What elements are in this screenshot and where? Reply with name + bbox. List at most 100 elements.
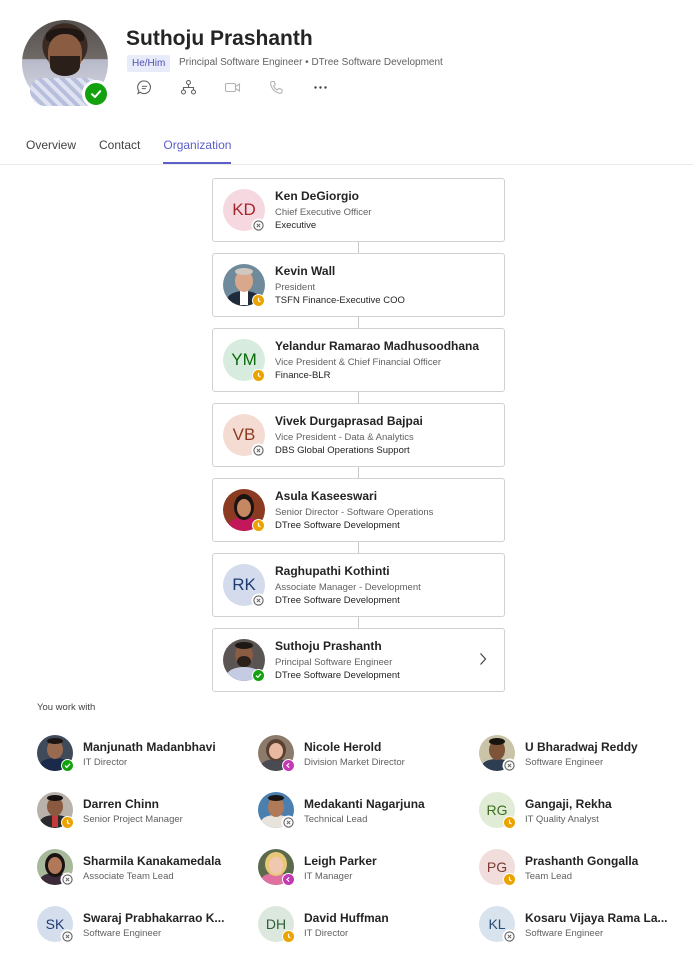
list-item[interactable]: U Bharadwaj Reddy Software Engineer [479,735,689,775]
person-name: Kosaru Vijaya Rama La... [525,911,668,925]
person-name: Nicole Herold [304,740,382,754]
person-role: Division Market Director [304,757,405,768]
person-role: IT Director [304,928,349,939]
person-role: IT Quality Analyst [525,814,599,825]
person-title: President [275,282,316,293]
org-connector [358,617,359,628]
away-status-icon [503,816,516,829]
more-options-button[interactable] [312,79,356,97]
available-status-icon [252,669,265,682]
video-call-icon [224,82,241,93]
list-item[interactable]: PG Prashanth Gongalla Team Lead [479,849,689,889]
person-name: Yelandur Ramarao Madhusoodhana [275,339,480,353]
org-connector [358,467,359,478]
org-card[interactable]: VB Vivek Durgaprasad Bajpai Vice Preside… [212,403,505,467]
person-title: Senior Director - Software Operations [275,507,434,518]
org-chart: KD Ken DeGiorgio Chief Executive Officer… [212,178,505,692]
person-role: IT Director [83,757,128,768]
org-card[interactable]: KD Ken DeGiorgio Chief Executive Officer… [212,178,505,242]
tab-overview[interactable]: Overview [26,138,76,164]
person-title: Chief Executive Officer [275,207,372,218]
tab-contact[interactable]: Contact [99,138,140,164]
person-role: Software Engineer [83,928,162,939]
org-card-current[interactable]: Suthoju Prashanth Principal Software Eng… [212,628,505,692]
list-item[interactable]: Nicole Herold Division Market Director [258,735,468,775]
away-status-icon [282,930,295,943]
person-name: Raghupathi Kothinti [275,564,390,578]
person-role: Associate Team Lead [83,871,174,882]
pronouns-badge: He/Him [127,55,171,72]
person-name: Vivek Durgaprasad Bajpai [275,414,423,428]
away-status-icon [252,519,265,532]
org-connector [358,392,359,403]
org-connector [358,242,359,253]
person-role: Technical Lead [304,814,368,825]
person-name: Darren Chinn [83,797,160,811]
away-status-icon [61,816,74,829]
chevron-right-icon[interactable] [478,651,488,672]
available-status-icon [82,80,110,108]
org-chart-icon [180,79,197,95]
person-department: Finance-BLR [275,370,331,381]
person-role: Software Engineer [525,757,604,768]
list-item[interactable]: Manjunath Madanbhavi IT Director [37,735,247,775]
org-card[interactable]: YM Yelandur Ramarao Madhusoodhana Vice P… [212,328,505,392]
profile-name: Suthoju Prashanth [126,27,313,50]
person-name: Manjunath Madanbhavi [83,740,216,754]
offline-status-icon [252,444,265,457]
person-department: Executive [275,220,317,231]
person-department: DTree Software Development [275,595,400,606]
phone-call-button[interactable] [268,79,312,97]
chat-icon [137,80,151,95]
profile-subtitle: Principal Software Engineer • DTree Soft… [179,57,443,68]
person-title: Vice President - Data & Analytics [275,432,414,443]
more-options-icon [314,86,327,89]
list-item[interactable]: SK Swaraj Prabhakarrao K... Software Eng… [37,906,247,946]
offline-status-icon [61,873,74,886]
person-name: Suthoju Prashanth [275,639,382,653]
list-item[interactable]: RG Gangaji, Rekha IT Quality Analyst [479,792,689,832]
chat-button[interactable] [136,79,180,97]
person-role: Senior Project Manager [83,814,183,825]
offline-status-icon [252,594,265,607]
offline-status-icon [282,816,295,829]
list-item[interactable]: Darren Chinn Senior Project Manager [37,792,247,832]
org-connector [358,317,359,328]
person-name: Ken DeGiorgio [275,189,360,203]
org-connector [358,542,359,553]
org-card[interactable]: RK Raghupathi Kothinti Associate Manager… [212,553,505,617]
person-department: DBS Global Operations Support [275,445,410,456]
video-call-button[interactable] [224,79,268,97]
person-title: Associate Manager - Development [275,582,421,593]
org-card[interactable]: Kevin Wall President TSFN Finance-Execut… [212,253,505,317]
org-chart-button[interactable] [180,79,224,97]
list-item[interactable]: DH David Huffman IT Director [258,906,468,946]
list-item[interactable]: Leigh Parker IT Manager [258,849,468,889]
org-card[interactable]: Asula Kaseeswari Senior Director - Softw… [212,478,505,542]
person-name: Gangaji, Rekha [525,797,612,811]
tab-organization[interactable]: Organization [163,138,232,164]
offline-status-icon [503,930,516,943]
person-role: IT Manager [304,871,353,882]
person-department: DTree Software Development [275,670,400,681]
profile-tabs: Overview Contact Organization [26,138,254,164]
person-title: Principal Software Engineer [275,657,393,668]
list-item[interactable]: Medakanti Nagarjuna Technical Lead [258,792,468,832]
person-name: Swaraj Prabhakarrao K... [83,911,225,925]
person-role: Software Engineer [525,928,604,939]
person-name: Leigh Parker [304,854,377,868]
phone-call-icon [270,80,283,94]
person-name: Medakanti Nagarjuna [304,797,425,811]
out-of-office-status-icon [282,759,295,772]
away-status-icon [252,294,265,307]
list-item[interactable]: Sharmila Kanakamedala Associate Team Lea… [37,849,247,889]
away-status-icon [503,873,516,886]
offline-status-icon [252,219,265,232]
offline-status-icon [61,930,74,943]
list-item[interactable]: KL Kosaru Vijaya Rama La... Software Eng… [479,906,689,946]
person-name: U Bharadwaj Reddy [525,740,638,754]
profile-actions [136,79,356,97]
person-title: Vice President & Chief Financial Officer [275,357,441,368]
person-role: Team Lead [525,871,573,882]
person-name: Prashanth Gongalla [525,854,639,868]
